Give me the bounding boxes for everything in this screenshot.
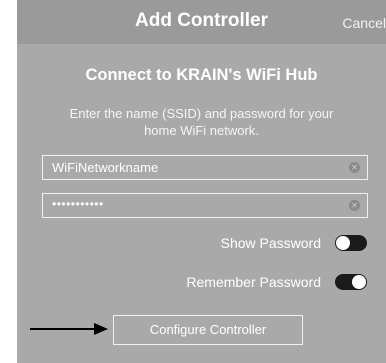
remember-password-row: Remember Password xyxy=(186,272,367,292)
page-title: Add Controller xyxy=(135,10,268,31)
add-controller-screen: Add Controller Cancel Connect to KRAIN's… xyxy=(17,0,386,363)
show-password-toggle[interactable] xyxy=(335,235,367,251)
toggle-knob xyxy=(336,236,350,250)
password-value: ••••••••••• xyxy=(52,197,104,211)
toggle-knob xyxy=(352,275,366,289)
connect-headline: Connect to KRAIN's WiFi Hub xyxy=(85,66,318,84)
configure-controller-button[interactable]: Configure Controller xyxy=(113,315,303,345)
clear-icon[interactable]: ✕ xyxy=(349,162,360,173)
password-field[interactable]: ••••••••••• ✕ xyxy=(42,193,368,218)
show-password-label: Show Password xyxy=(220,235,321,251)
cancel-button[interactable]: Cancel xyxy=(342,15,386,31)
ssid-value: WiFiNetworkname xyxy=(52,160,159,175)
header-bar: Add Controller Cancel xyxy=(17,0,386,44)
show-password-row: Show Password xyxy=(221,233,367,253)
clear-icon[interactable]: ✕ xyxy=(349,200,360,211)
remember-password-toggle[interactable] xyxy=(335,274,367,290)
arrow-right-icon xyxy=(30,323,108,335)
remember-password-label: Remember Password xyxy=(186,274,321,290)
ssid-field[interactable]: WiFiNetworkname ✕ xyxy=(42,155,368,180)
instructions-text: Enter the name (SSID) and password for y… xyxy=(69,106,334,138)
